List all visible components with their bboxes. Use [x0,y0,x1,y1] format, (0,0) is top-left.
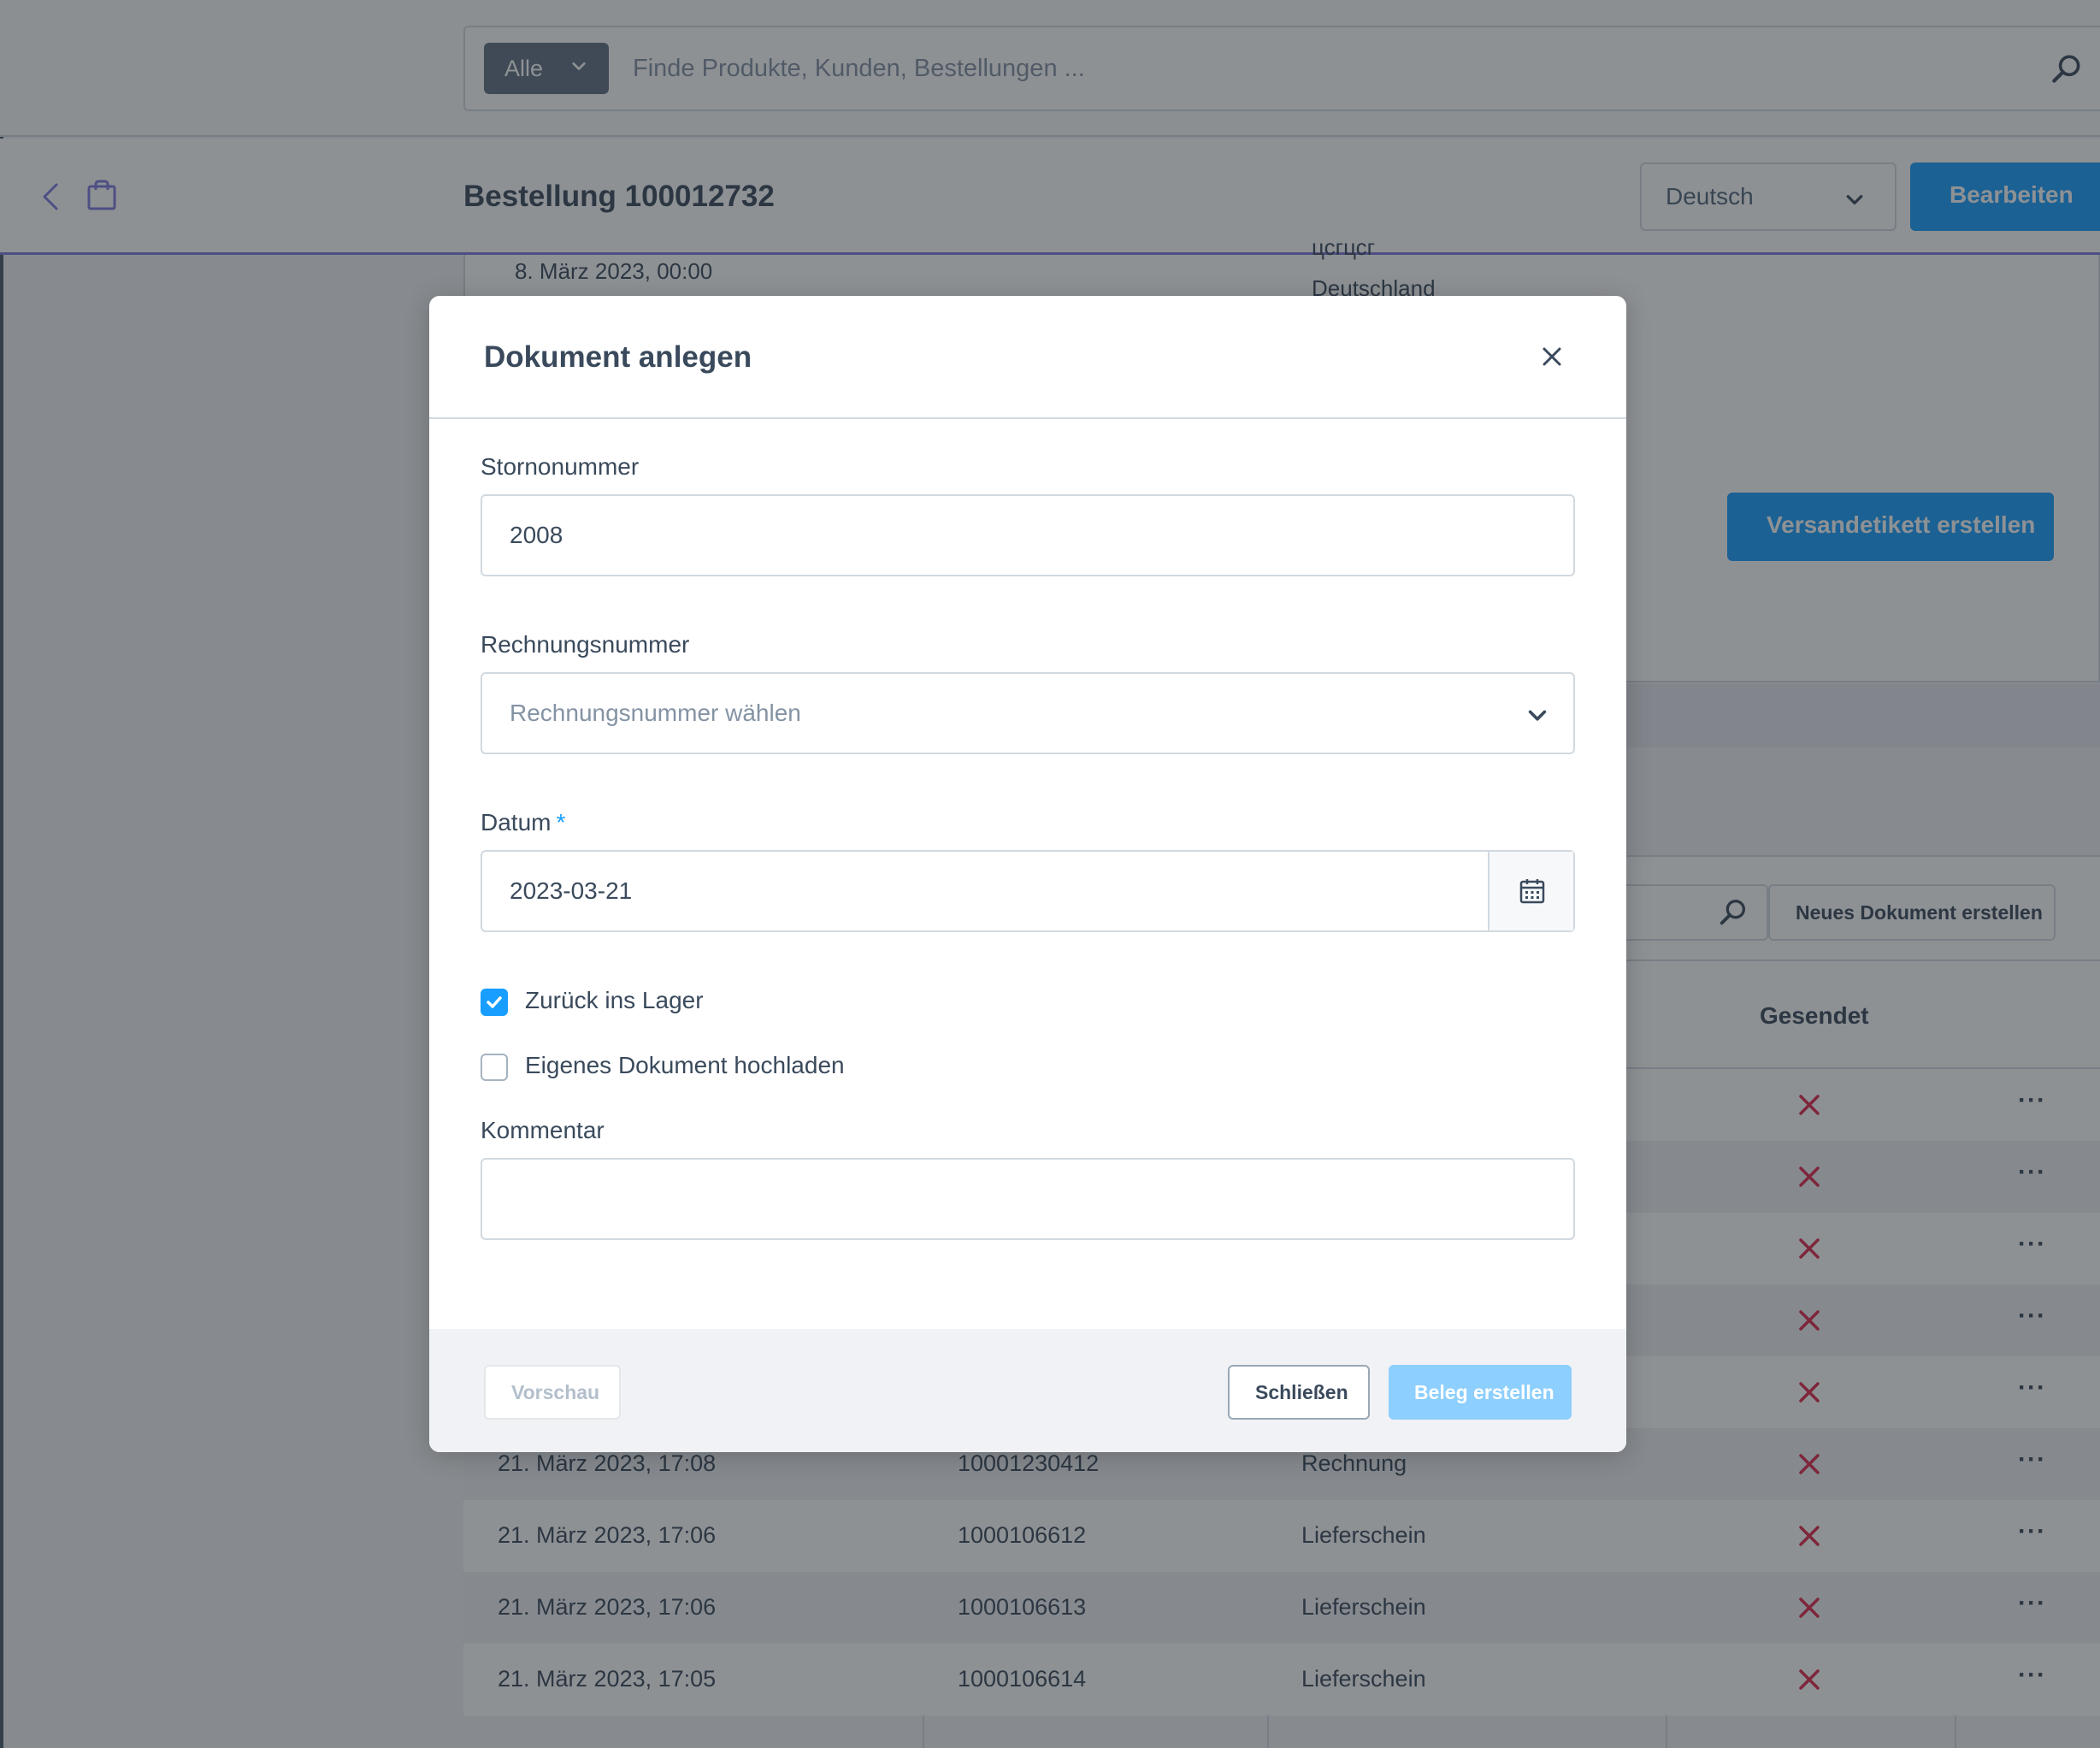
date-label-text: Datum [481,809,552,836]
preview-button[interactable]: Vorschau [484,1365,621,1420]
return-to-stock-checkbox[interactable] [481,989,508,1016]
return-to-stock-label: Zurück ins Lager [525,987,704,1013]
upload-own-document-checkbox[interactable] [481,1054,508,1081]
create-document-modal: Dokument anlegen Stornonummer 2008 Rechn… [429,296,1626,1452]
storno-number-input[interactable]: 2008 [481,494,1575,576]
close-icon[interactable] [1539,344,1565,369]
required-marker: * [556,809,566,836]
storno-number-label: Stornonummer [481,453,640,480]
date-picker-button[interactable] [1488,852,1573,930]
invoice-number-select[interactable]: Rechnungsnummer wählen [481,672,1575,754]
modal-footer: Vorschau Schließen Beleg erstellen [429,1329,1626,1452]
modal-title: Dokument anlegen [484,340,752,374]
upload-own-document-label: Eigenes Dokument hochladen [525,1052,845,1078]
invoice-number-placeholder: Rechnungsnummer wählen [510,700,801,726]
calendar-icon [1519,879,1545,904]
date-input[interactable]: 2023-03-21 [481,850,1575,932]
date-value: 2023-03-21 [510,877,633,904]
checkmark-icon [487,996,502,1008]
comment-label: Kommentar [481,1117,605,1143]
modal-header: Dokument anlegen [429,296,1626,419]
close-button[interactable]: Schließen [1228,1365,1370,1420]
chevron-down-icon [1528,710,1547,721]
comment-input[interactable] [481,1158,1575,1240]
date-label: Datum * [481,809,565,836]
invoice-number-label: Rechnungsnummer [481,631,690,658]
create-document-button[interactable]: Beleg erstellen [1389,1365,1572,1420]
